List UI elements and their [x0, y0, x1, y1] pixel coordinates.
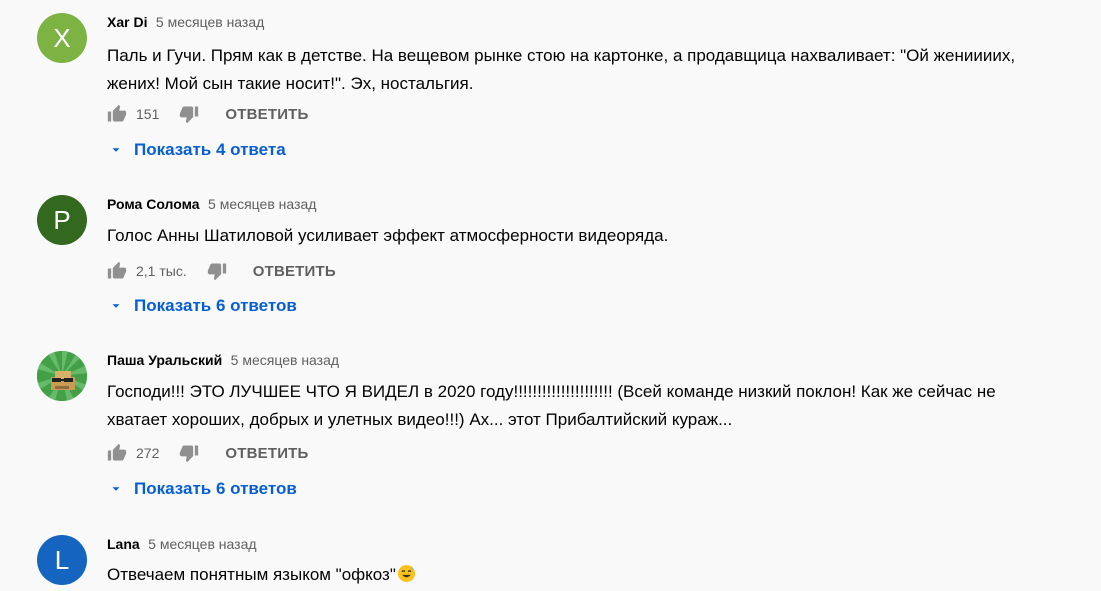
comment-time[interactable]: 5 месяцев назад — [208, 196, 316, 212]
thumb-up-icon — [107, 443, 127, 461]
like-count: 272 — [136, 445, 160, 461]
like-count: 2,1 тыс. — [136, 263, 187, 279]
comment-header: Рома Солома 5 месяцев назад — [107, 195, 316, 214]
comment-header: Lana 5 месяцев назад — [107, 535, 257, 554]
comment-time[interactable]: 5 месяцев назад — [156, 14, 264, 30]
like-button[interactable] — [105, 441, 129, 465]
show-replies-label: Показать 6 ответов — [134, 479, 297, 498]
caret-down-icon — [104, 477, 128, 501]
comment-text-line: жених! Мой сын такие носит!". Эх, ностал… — [107, 74, 474, 93]
like-count: 151 — [136, 106, 160, 122]
reply-button[interactable]: ОТВЕТИТЬ — [225, 445, 308, 462]
comment-actions: 151 ОТВЕТИТЬ — [105, 102, 309, 126]
comment-text-line: Паль и Гучи. Прям как в детстве. На веще… — [107, 46, 1016, 65]
comment-actions: 272 ОТВЕТИТЬ — [105, 441, 309, 465]
comments-section: X Xar Di 5 месяцев назад Паль и Гучи. Пр… — [0, 0, 1101, 591]
show-replies-button[interactable]: Показать 6 ответов — [104, 294, 297, 318]
avatar[interactable]: X — [37, 13, 87, 63]
reply-button[interactable]: ОТВЕТИТЬ — [253, 263, 336, 280]
author-name[interactable]: Xar Di — [107, 14, 147, 30]
comment-text-line: хватает хороших, добрых и улетных видео!… — [107, 410, 733, 429]
comment-time[interactable]: 5 месяцев назад — [148, 536, 256, 552]
caret-down-icon — [104, 138, 128, 162]
comment-header: Xar Di 5 месяцев назад — [107, 13, 264, 32]
like-button[interactable] — [105, 259, 129, 283]
comment-actions: 2,1 тыс. ОТВЕТИТЬ — [105, 259, 336, 283]
comment-text: Паль и Гучи. Прям как в детстве. На веще… — [107, 42, 1087, 98]
avatar-image — [37, 351, 87, 401]
like-button[interactable] — [105, 102, 129, 126]
show-replies-button[interactable]: Показать 6 ответов — [104, 477, 297, 501]
avatar[interactable]: L — [37, 535, 87, 585]
comment-text: Голос Анны Шатиловой усиливает эффект ат… — [107, 222, 1087, 250]
show-replies-label: Показать 4 ответа — [134, 140, 286, 159]
thumb-up-icon — [107, 261, 127, 279]
comment-time[interactable]: 5 месяцев назад — [231, 352, 339, 368]
show-replies-label: Показать 6 ответов — [134, 296, 297, 315]
thumb-down-icon — [180, 106, 199, 124]
thumb-up-icon — [107, 104, 127, 122]
thumb-down-icon — [180, 445, 199, 463]
avatar[interactable]: P — [37, 195, 87, 245]
dislike-button[interactable] — [205, 259, 229, 283]
sweat-smile-emoji-icon — [397, 564, 415, 583]
dislike-button[interactable] — [177, 441, 201, 465]
avatar-letter: P — [53, 205, 71, 235]
thumb-down-icon — [207, 263, 226, 281]
comment-text-line: Господи!!! ЭТО ЛУЧШЕЕ ЧТО Я ВИДЕЛ в 2020… — [107, 382, 996, 401]
comment-text: Отвечаем понятным языком "офкоз" — [107, 561, 1087, 589]
reply-button[interactable]: ОТВЕТИТЬ — [225, 106, 308, 123]
comment-text: Господи!!! ЭТО ЛУЧШЕЕ ЧТО Я ВИДЕЛ в 2020… — [107, 378, 1087, 434]
author-name[interactable]: Lana — [107, 536, 140, 552]
avatar[interactable] — [37, 351, 87, 401]
comment-text-content: Отвечаем понятным языком "офкоз" — [107, 565, 396, 584]
avatar-letter: L — [54, 545, 70, 575]
comment-text-line: Голос Анны Шатиловой усиливает эффект ат… — [107, 226, 669, 245]
author-name[interactable]: Паша Уральский — [107, 352, 222, 368]
show-replies-button[interactable]: Показать 4 ответа — [104, 138, 286, 162]
dislike-button[interactable] — [177, 102, 201, 126]
author-name[interactable]: Рома Солома — [107, 196, 200, 212]
caret-down-icon — [104, 294, 128, 318]
comment-header: Паша Уральский 5 месяцев назад — [107, 351, 339, 370]
avatar-letter: X — [53, 23, 71, 53]
comment-text-line: Отвечаем понятным языком "офкоз" — [107, 561, 1087, 589]
